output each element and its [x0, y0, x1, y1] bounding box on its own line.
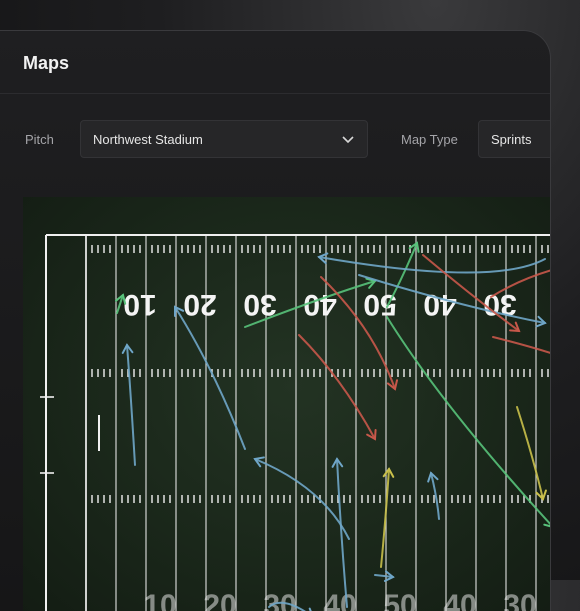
bottom-yard-numbers: 10 20 30 40 50 40 30: [143, 589, 536, 611]
field-diagram: 10 20 30 40 50 40 30 10 20 30 40 50 40 30: [40, 234, 550, 611]
yard-number: 30: [503, 589, 536, 611]
sprint-path: [492, 336, 550, 354]
map-type-label: Map Type: [401, 132, 458, 147]
yard-number: 40: [303, 288, 336, 321]
sprint-path: [380, 468, 390, 568]
yard-number: 20: [183, 288, 216, 321]
yard-number: 40: [323, 589, 356, 611]
yard-number: 20: [203, 589, 236, 611]
map-type-select[interactable]: Sprints: [478, 120, 550, 158]
pitch-label: Pitch: [25, 132, 54, 147]
yard-number: 10: [143, 589, 176, 611]
yard-number: 10: [123, 288, 156, 321]
yard-number: 50: [383, 589, 416, 611]
yard-number: 40: [443, 589, 476, 611]
sprint-map-field: 10 20 30 40 50 40 30 10 20 30 40 50 40 30: [23, 197, 550, 611]
sprint-path: [318, 256, 546, 274]
page-title: Maps: [23, 53, 70, 73]
sprint-path: [126, 344, 136, 466]
yard-number: 50: [363, 288, 396, 321]
pitch-select[interactable]: Northwest Stadium: [80, 120, 368, 158]
sprint-path: [516, 406, 544, 500]
field-lines: [45, 234, 550, 611]
sprint-path: [298, 334, 376, 440]
header-divider: [0, 93, 550, 94]
sprint-path: [386, 316, 550, 526]
chevron-down-icon: [342, 136, 354, 144]
sprint-path: [174, 306, 246, 450]
top-yard-numbers: 10 20 30 40 50 40 30: [123, 288, 516, 321]
yard-number: 40: [423, 288, 456, 321]
maps-panel: Maps Pitch Northwest Stadium Map Type Sp…: [0, 30, 551, 611]
map-type-select-value: Sprints: [491, 132, 532, 147]
pitch-select-value: Northwest Stadium: [93, 132, 203, 147]
